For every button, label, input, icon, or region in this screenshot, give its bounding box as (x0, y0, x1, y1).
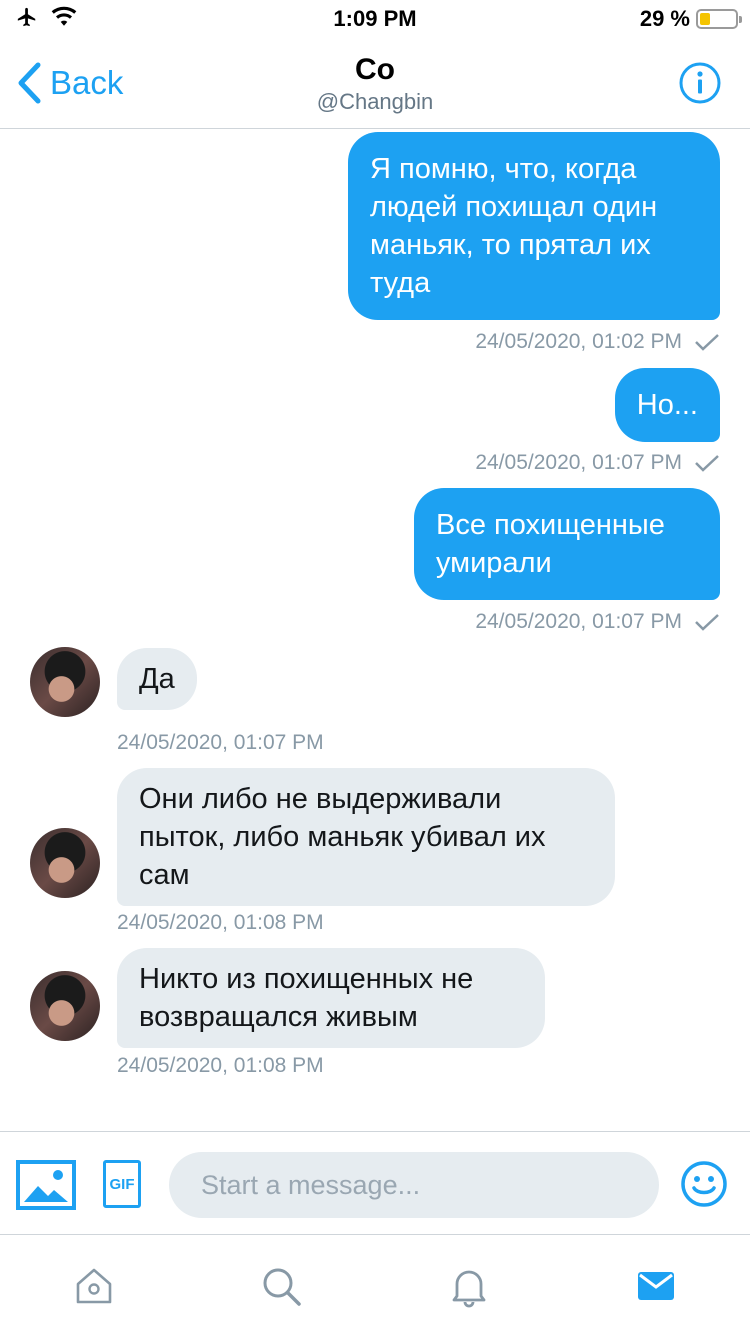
battery-fill (700, 13, 710, 25)
checkmark-icon (695, 455, 719, 472)
message-timestamp: 24/05/2020, 01:08 PM (117, 911, 324, 934)
dm-conversation-screen: 1:09 PM 29 % Back Co @Changbin Я помню, … (0, 0, 750, 1334)
message-list: Я помню, что, когда людей похищал один м… (0, 130, 750, 1130)
emoji-icon[interactable] (680, 1160, 728, 1208)
message-bubble-outgoing[interactable]: Я помню, что, когда людей похищал один м… (348, 132, 720, 320)
messages-icon[interactable] (634, 1264, 678, 1308)
status-bar: 1:09 PM 29 % (0, 0, 750, 40)
message-input[interactable] (169, 1152, 659, 1218)
conversation-title: Co (355, 53, 395, 86)
message-timestamp: 24/05/2020, 01:07 PM (475, 610, 720, 634)
tab-bar (0, 1234, 750, 1334)
home-icon[interactable] (72, 1264, 116, 1308)
timestamp-text: 24/05/2020, 01:07 PM (475, 610, 682, 633)
status-time: 1:09 PM (333, 6, 417, 31)
message-composer: GIF (0, 1131, 750, 1235)
search-icon[interactable] (259, 1264, 303, 1308)
status-right: 29 % (639, 6, 742, 32)
message-bubble-incoming[interactable]: Они либо не выдерживали пыток, либо мань… (117, 768, 615, 906)
battery-cap (739, 16, 742, 23)
timestamp-text: 24/05/2020, 01:02 PM (475, 330, 682, 353)
message-bubble-outgoing[interactable]: Но... (614, 368, 720, 442)
timestamp-text: 24/05/2020, 01:07 PM (475, 451, 682, 474)
avatar[interactable] (30, 647, 100, 717)
message-timestamp: 24/05/2020, 01:07 PM (475, 451, 720, 475)
conversation-handle: @Changbin (316, 89, 434, 114)
conversation-title-block: Co @Changbin (0, 52, 750, 116)
avatar[interactable] (30, 828, 100, 898)
battery-icon (696, 9, 742, 29)
avatar[interactable] (30, 971, 100, 1041)
message-timestamp: 24/05/2020, 01:02 PM (475, 330, 720, 354)
message-timestamp: 24/05/2020, 01:07 PM (117, 731, 324, 754)
battery-percent: 29 % (639, 6, 690, 31)
image-icon[interactable] (16, 1160, 76, 1210)
info-icon[interactable] (678, 61, 722, 105)
gif-label: GIF (109, 1175, 135, 1193)
message-bubble-outgoing[interactable]: Все похищенные умирали (414, 488, 720, 600)
gif-icon[interactable]: GIF (103, 1160, 141, 1208)
conversation-header: Back Co @Changbin (0, 40, 750, 129)
notifications-icon[interactable] (447, 1264, 491, 1308)
message-timestamp: 24/05/2020, 01:08 PM (117, 1054, 324, 1077)
checkmark-icon (695, 614, 719, 631)
message-bubble-incoming[interactable]: Да (117, 648, 197, 710)
checkmark-icon (695, 334, 719, 351)
message-bubble-incoming[interactable]: Никто из похищенных не возвращался живым (117, 948, 545, 1048)
